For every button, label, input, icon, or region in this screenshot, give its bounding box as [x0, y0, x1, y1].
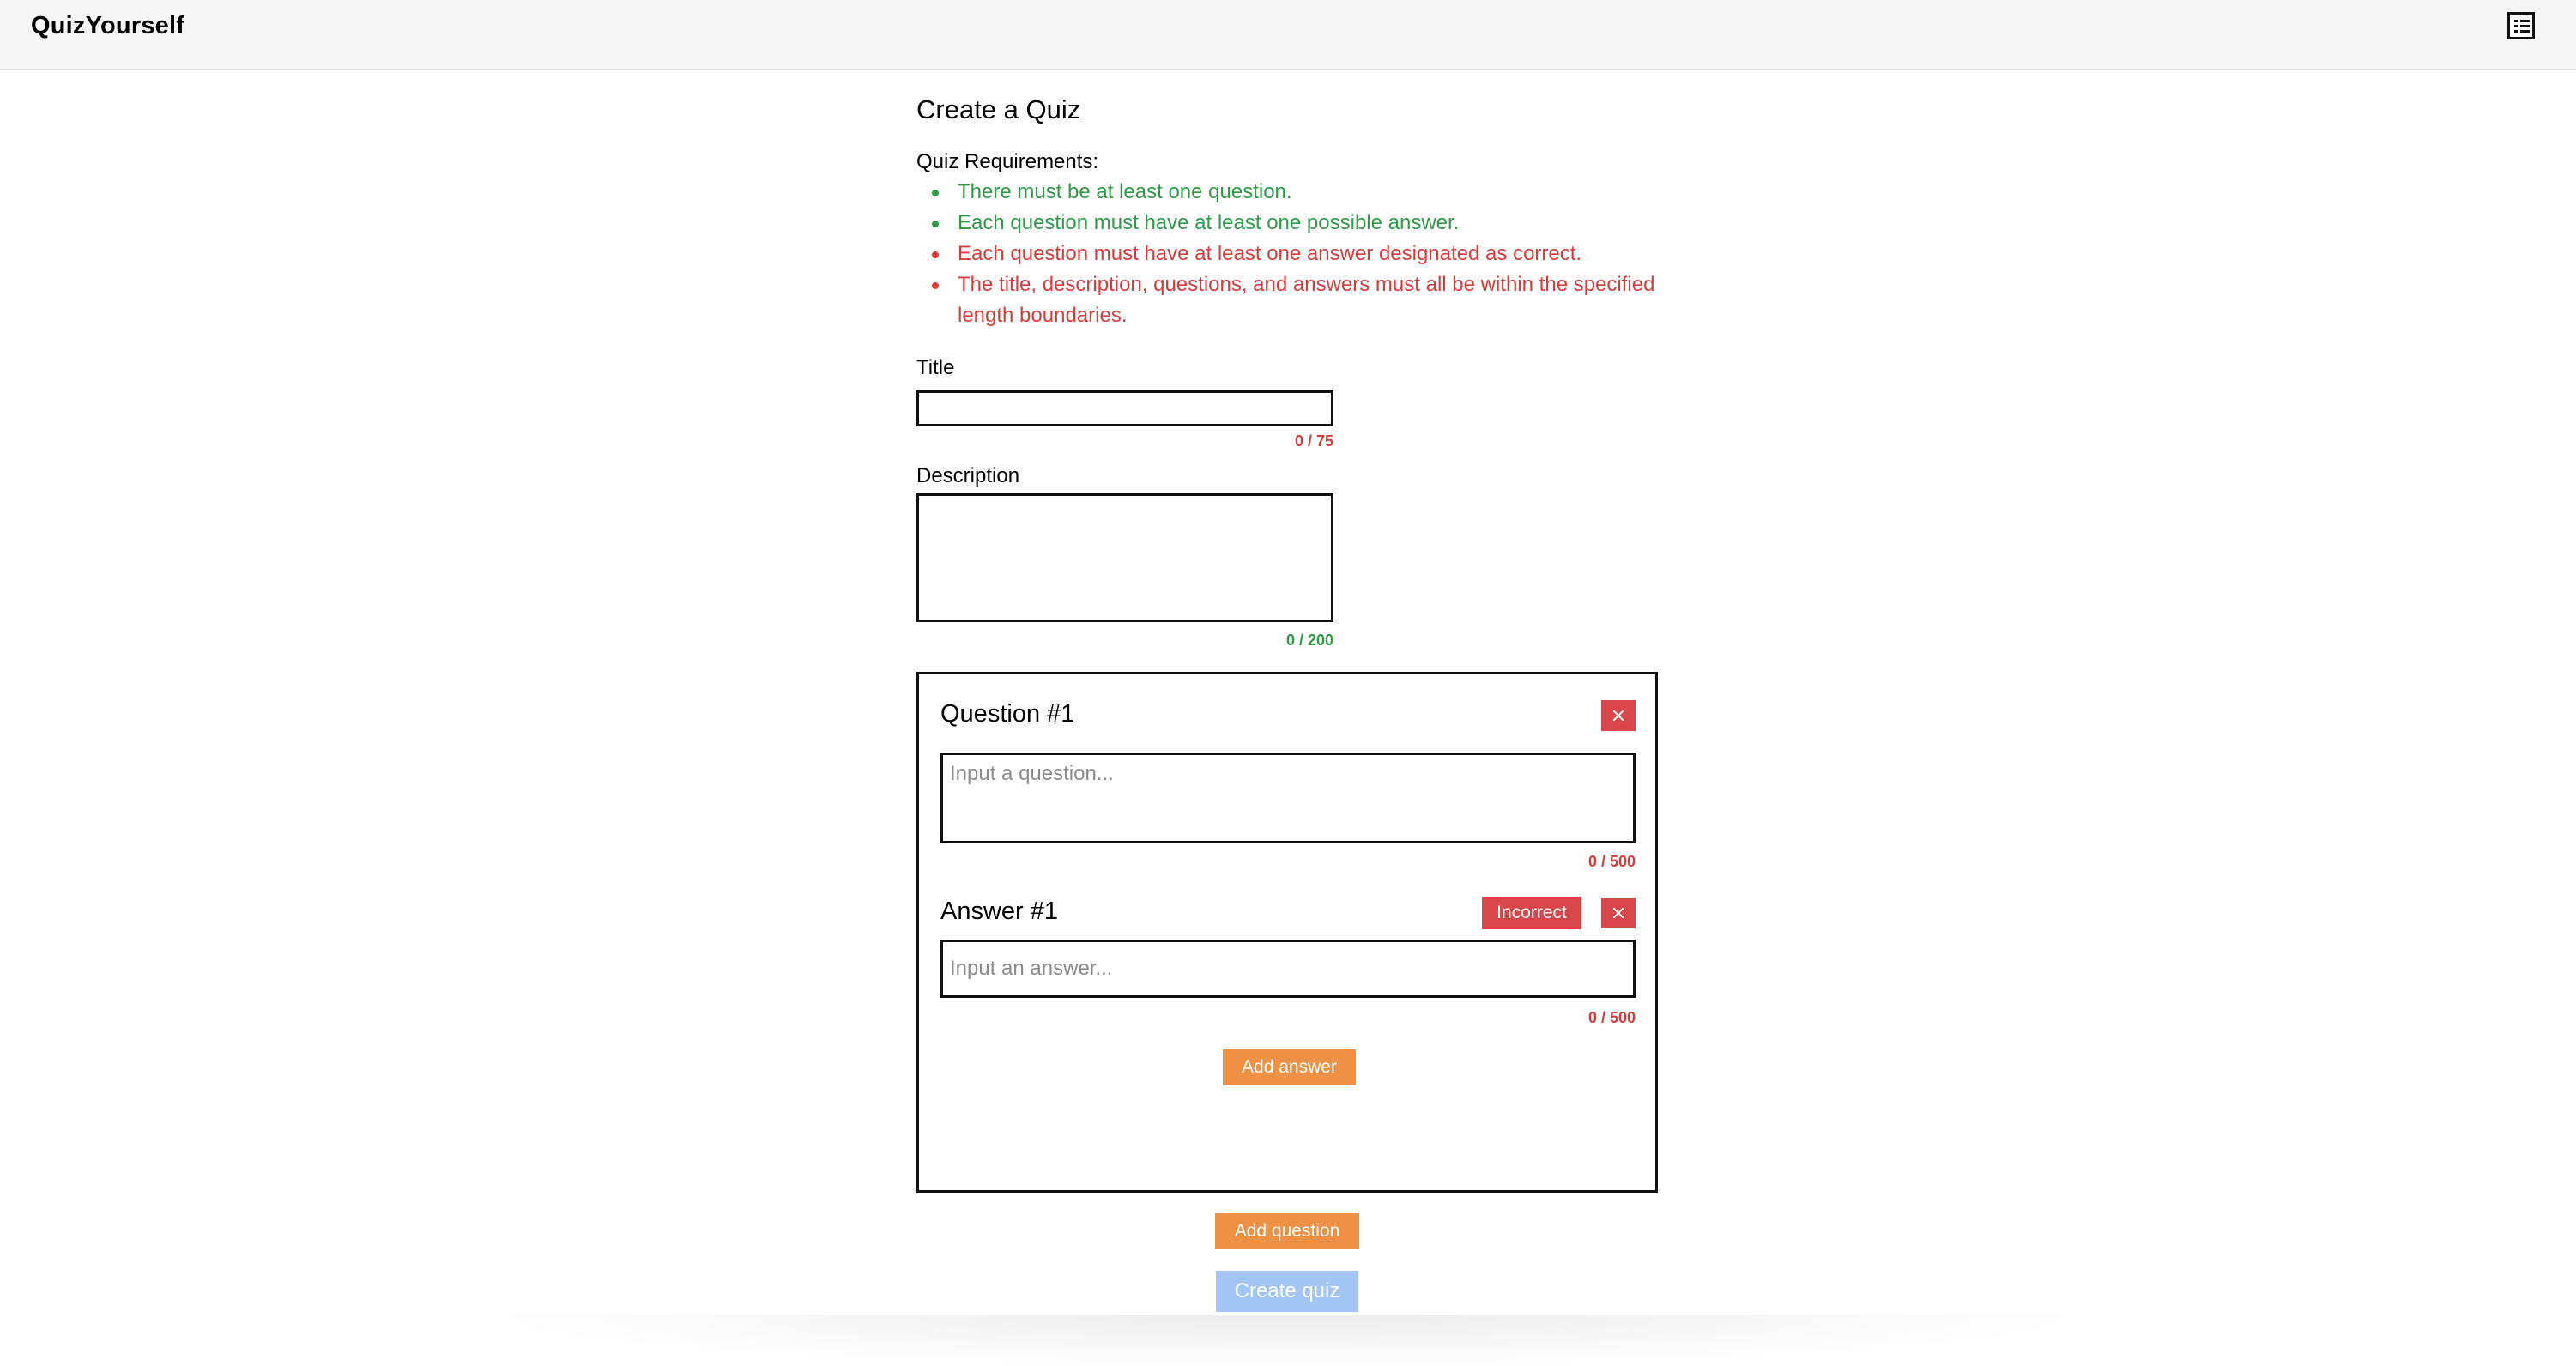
- answer-heading: Answer #1: [940, 898, 1059, 925]
- requirement-item-unmet: Each question must have at least one ans…: [916, 239, 1689, 269]
- top-navbar: QuizYourself: [0, 0, 2576, 70]
- title-label: Title: [916, 356, 955, 379]
- question-textarea[interactable]: [940, 753, 1636, 843]
- requirement-item-unmet: The title, description, questions, and a…: [916, 269, 1689, 331]
- title-input[interactable]: [916, 390, 1333, 426]
- add-question-button[interactable]: Add question: [1215, 1213, 1359, 1249]
- requirements-list: There must be at least one question. Eac…: [916, 177, 1689, 331]
- add-answer-button[interactable]: Add answer: [1223, 1049, 1356, 1085]
- app-brand[interactable]: QuizYourself: [31, 12, 184, 40]
- question-heading: Question #1: [940, 700, 1075, 728]
- page-title: Create a Quiz: [916, 94, 1081, 124]
- toggle-correct-button[interactable]: Incorrect: [1482, 897, 1581, 929]
- requirement-item-met: Each question must have at least one pos…: [916, 208, 1689, 239]
- question-card: Question #1 0 / 500 Answer #1 Incorrect …: [916, 672, 1658, 1193]
- description-textarea[interactable]: [916, 493, 1333, 622]
- create-quiz-button[interactable]: Create quiz: [1216, 1271, 1358, 1312]
- title-counter: 0 / 75: [1294, 432, 1333, 450]
- question-counter: 0 / 500: [1587, 853, 1636, 870]
- footer-shadow: [481, 1315, 2094, 1366]
- list-icon[interactable]: [2507, 12, 2535, 39]
- answer-input[interactable]: [940, 940, 1636, 998]
- answer-counter: 0 / 500: [1587, 1009, 1636, 1026]
- description-label: Description: [916, 464, 1020, 487]
- description-counter: 0 / 200: [1285, 632, 1333, 649]
- delete-answer-button[interactable]: [1601, 898, 1636, 928]
- requirement-item-met: There must be at least one question.: [916, 177, 1689, 208]
- requirements-label: Quiz Requirements:: [916, 150, 1099, 173]
- delete-question-button[interactable]: [1601, 700, 1636, 731]
